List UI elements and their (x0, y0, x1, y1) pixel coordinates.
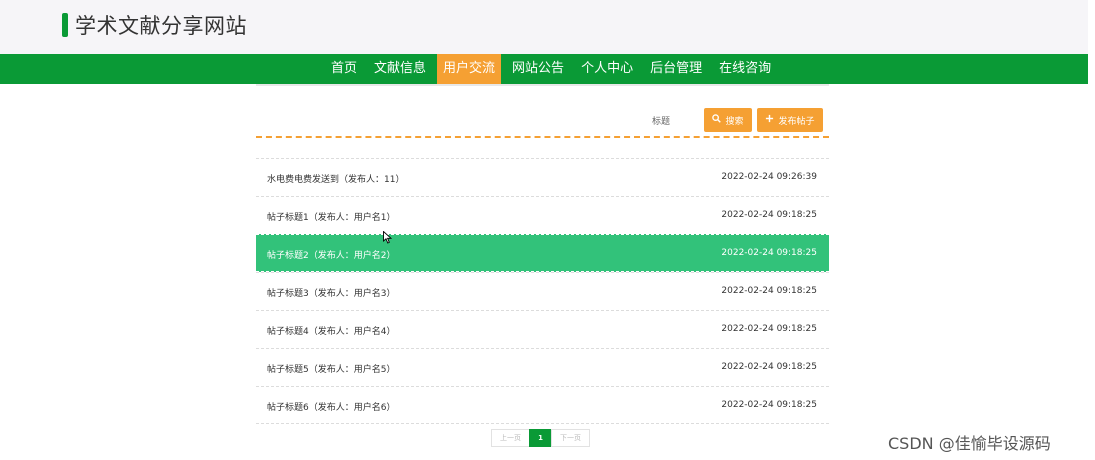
post-row-hovered[interactable]: 帖子标题2（发布人：用户名2） 2022-02-24 09:18:25 (256, 234, 829, 272)
search-button-label: 搜索 (725, 116, 744, 127)
main-nav: 首页 文献信息 用户交流 网站公告 个人中心 后台管理 在线咨询 (0, 54, 1088, 84)
nav-item-announcements[interactable]: 网站公告 (506, 54, 570, 84)
toolbar-divider (256, 136, 829, 138)
post-title: 帖子标题4（发布人：用户名4） (267, 327, 396, 337)
mouse-cursor-icon (383, 229, 393, 248)
post-date: 2022-02-24 09:18:25 (721, 248, 817, 258)
nav-item-consult[interactable]: 在线咨询 (713, 54, 777, 84)
search-icon (712, 114, 722, 126)
search-button[interactable]: 搜索 (704, 108, 752, 132)
nav-item-admin[interactable]: 后台管理 (644, 54, 708, 84)
post-title: 帖子标题6（发布人：用户名6） (267, 403, 396, 413)
title-accent-bar (62, 13, 68, 37)
post-row[interactable]: 帖子标题3（发布人：用户名3） 2022-02-24 09:18:25 (256, 272, 829, 310)
nav-item-profile[interactable]: 个人中心 (575, 54, 639, 84)
post-date: 2022-02-24 09:18:25 (721, 362, 817, 372)
site-title: 学术文献分享网站 (75, 14, 247, 38)
post-row[interactable]: 帖子标题1（发布人：用户名1） 2022-02-24 09:18:25 (256, 196, 829, 234)
publish-post-button[interactable]: 发布帖子 (757, 108, 823, 132)
nav-underline (256, 84, 829, 86)
nav-items: 首页 文献信息 用户交流 网站公告 个人中心 后台管理 在线咨询 (325, 54, 782, 84)
post-row[interactable]: 帖子标题4（发布人：用户名4） 2022-02-24 09:18:25 (256, 310, 829, 348)
post-title: 水电费电费发送到（发布人：11） (267, 175, 405, 185)
site-header: 学术文献分享网站 (0, 0, 1088, 54)
pagination: 上一页 1 下一页 (491, 429, 590, 447)
post-date: 2022-02-24 09:26:39 (721, 172, 817, 182)
next-page-button[interactable]: 下一页 (551, 429, 590, 447)
post-row[interactable]: 帖子标题6（发布人：用户名6） 2022-02-24 09:18:25 (256, 386, 829, 424)
post-title: 帖子标题5（发布人：用户名5） (267, 365, 396, 375)
nav-item-literature[interactable]: 文献信息 (368, 54, 432, 84)
nav-item-forum[interactable]: 用户交流 (437, 54, 502, 84)
page-1-button[interactable]: 1 (529, 429, 552, 447)
plus-icon (765, 114, 774, 126)
post-title: 帖子标题1（发布人：用户名1） (267, 213, 396, 223)
post-date: 2022-02-24 09:18:25 (721, 324, 817, 334)
watermark: CSDN @佳愉毕设源码 (888, 434, 1051, 453)
prev-page-button[interactable]: 上一页 (491, 429, 530, 447)
search-title-label: 标题 (652, 117, 671, 127)
post-row[interactable]: 帖子标题5（发布人：用户名5） 2022-02-24 09:18:25 (256, 348, 829, 386)
post-list: 水电费电费发送到（发布人：11） 2022-02-24 09:26:39 帖子标… (256, 158, 829, 424)
publish-button-label: 发布帖子 (778, 116, 815, 127)
post-date: 2022-02-24 09:18:25 (721, 400, 817, 410)
post-date: 2022-02-24 09:18:25 (721, 210, 817, 220)
nav-item-home[interactable]: 首页 (325, 54, 363, 84)
post-title: 帖子标题3（发布人：用户名3） (267, 289, 396, 299)
post-date: 2022-02-24 09:18:25 (721, 286, 817, 296)
post-row[interactable]: 水电费电费发送到（发布人：11） 2022-02-24 09:26:39 (256, 158, 829, 196)
post-title: 帖子标题2（发布人：用户名2） (267, 251, 396, 261)
